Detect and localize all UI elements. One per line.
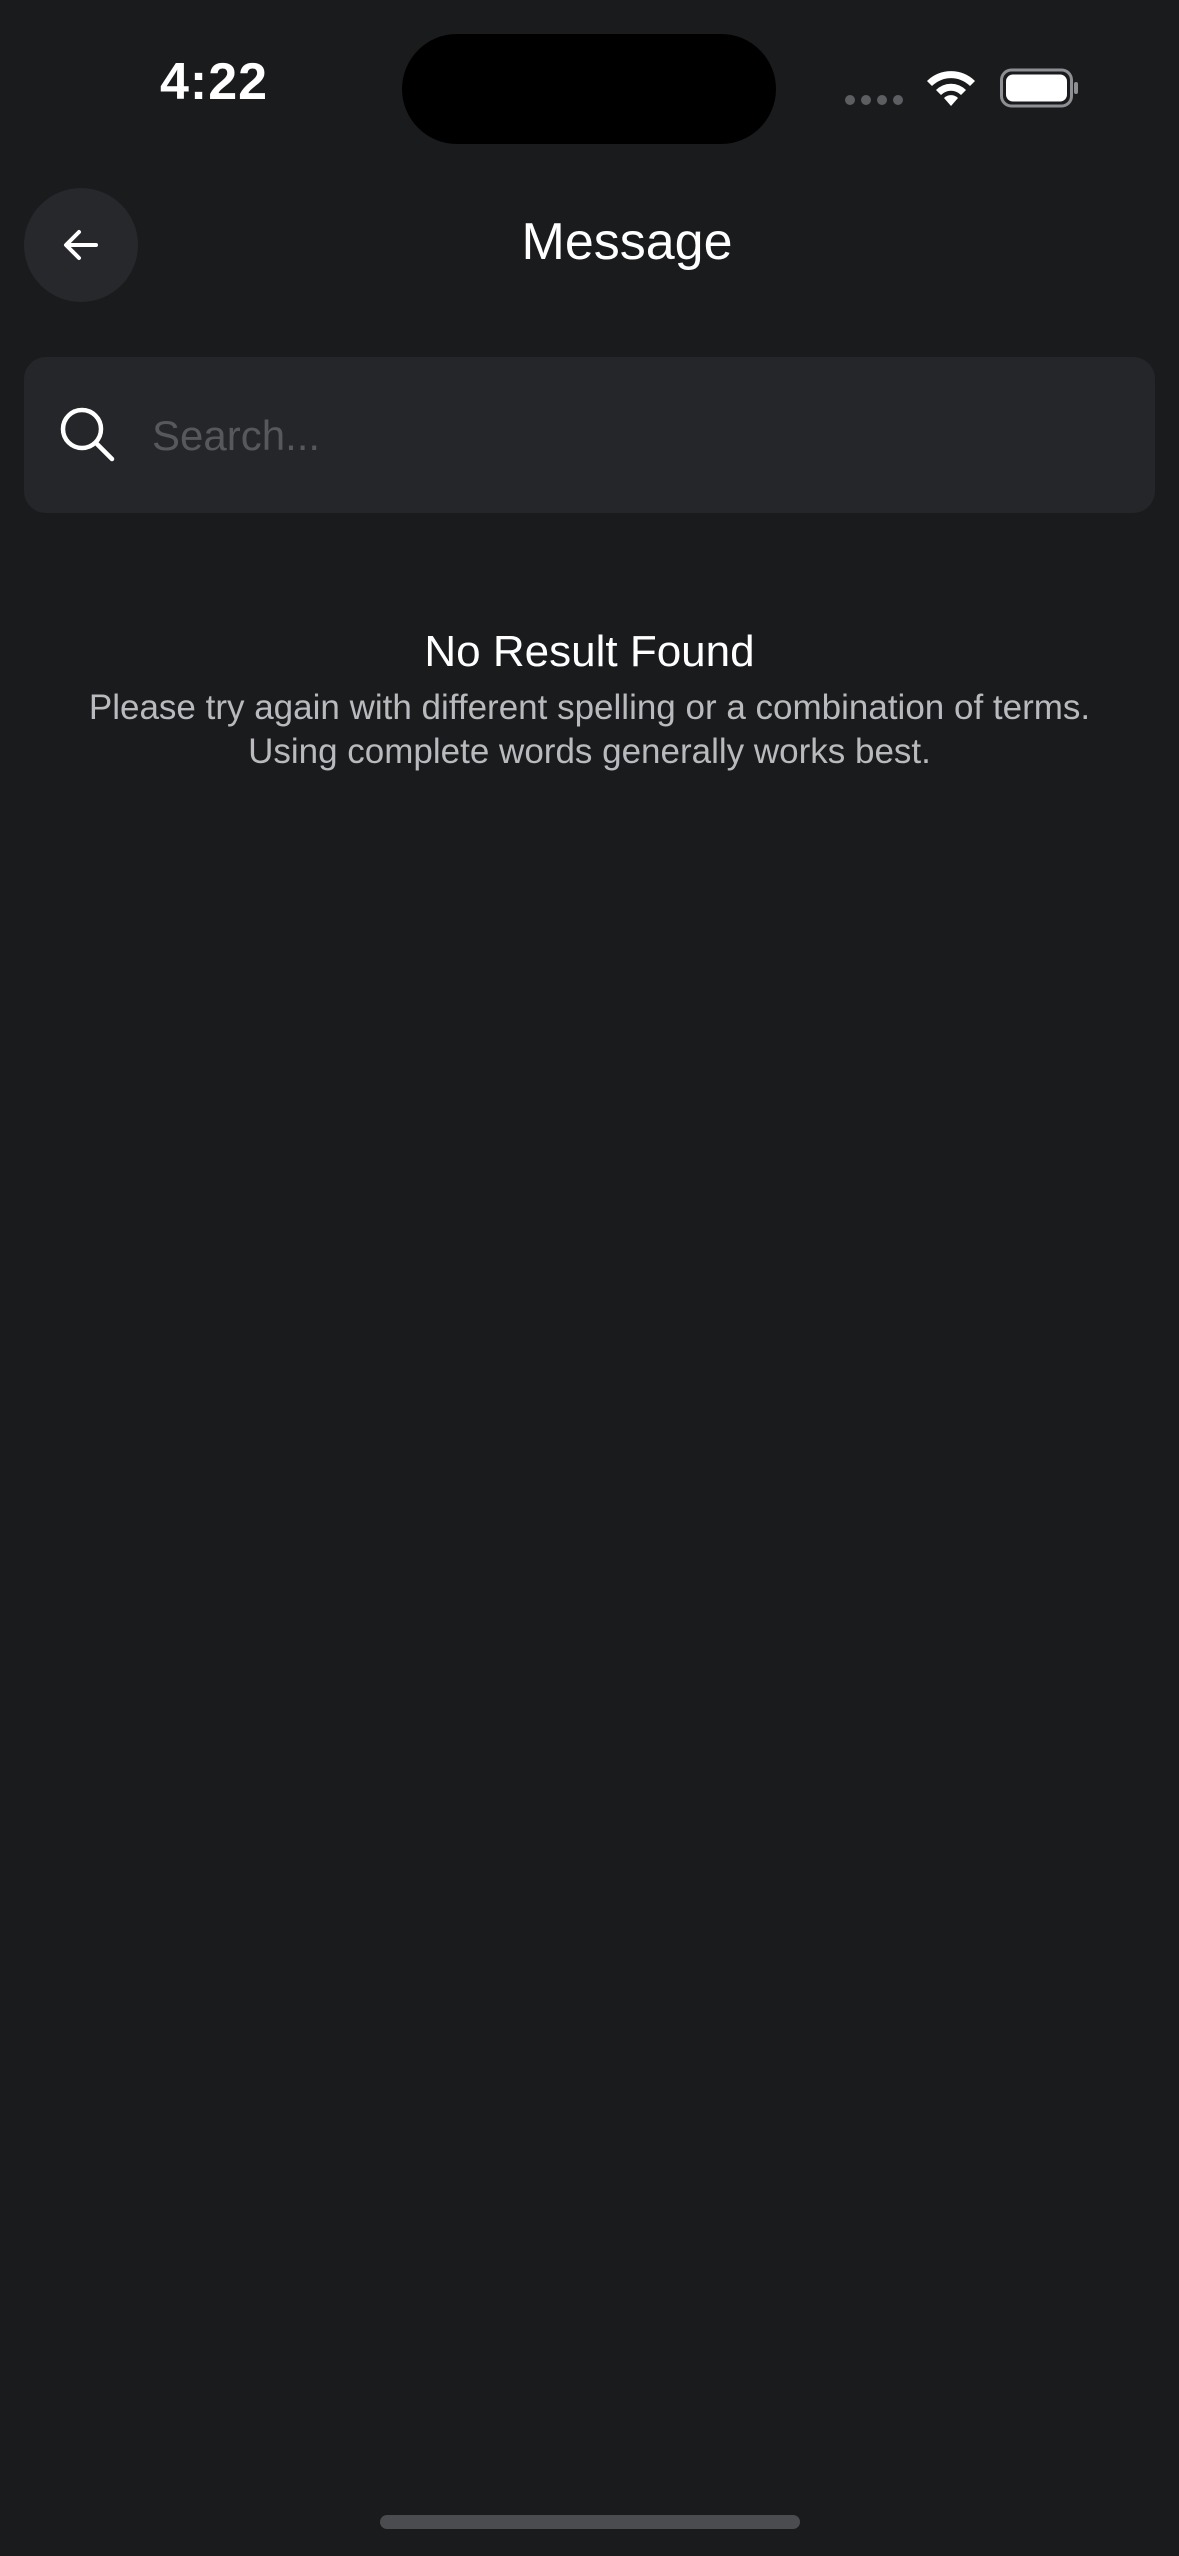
home-indicator[interactable] — [380, 2515, 800, 2529]
status-bar: 4:22 — [0, 0, 1179, 150]
status-time: 4:22 — [160, 53, 269, 111]
battery-icon — [1000, 68, 1078, 108]
search-input[interactable] — [150, 387, 1114, 485]
dynamic-island — [402, 34, 776, 144]
search-bar[interactable] — [24, 357, 1155, 513]
wifi-icon — [927, 71, 975, 106]
search-icon — [60, 407, 115, 462]
page-title: Message — [521, 213, 733, 271]
cellular-signal-icon — [845, 95, 903, 105]
nav-header: Message — [0, 180, 1179, 310]
empty-state: No Result Found Please try again with di… — [0, 622, 1179, 774]
empty-state-title: No Result Found — [424, 627, 755, 676]
empty-state-message: Please try again with different spelling… — [88, 688, 1091, 771]
